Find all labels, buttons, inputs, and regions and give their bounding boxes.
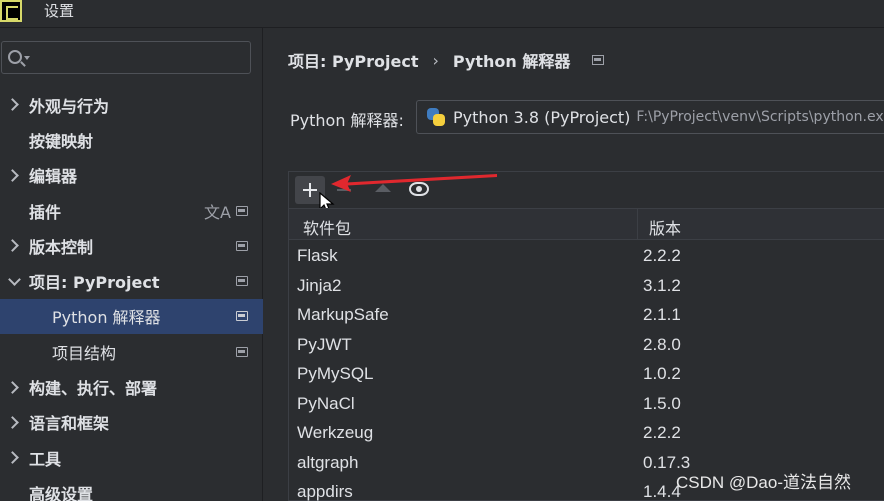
column-divider[interactable] [637,209,638,239]
package-version: 2.2.2 [643,423,681,442]
tree-item-label: 语言和框架 [29,414,110,434]
table-row[interactable]: Jinja2 3.1.2 [289,272,884,302]
interpreter-label: Python 解释器: [290,111,404,130]
package-name: PyMySQL [297,364,374,383]
project-scope-icon [236,240,248,251]
column-header-package[interactable]: 软件包 [303,215,351,239]
table-row[interactable]: MarkupSafe 2.1.1 [289,301,884,331]
tree-item-python-interpreter[interactable]: Python 解释器 [0,298,263,335]
package-version: 2.8.0 [643,334,681,354]
settings-sidebar: 外观与行为 按键映射 编辑器 插件 文A 版本控制 项目: PyProject … [0,28,263,501]
tree-item-build-execution-deployment[interactable]: 构建、执行、部署 [0,369,263,404]
search-options-icon[interactable] [24,56,30,60]
table-row[interactable]: Werkzeug 2.2.2 [289,419,884,449]
packages-toolbar [289,172,884,213]
tree-item-plugins[interactable]: 插件 文A [0,193,263,228]
table-row[interactable]: PyNaCl 1.5.0 [289,390,884,420]
window-title: 设置 [44,2,75,20]
tree-item-label: 插件 [29,202,62,222]
title-bar: 设置 [0,0,884,28]
settings-search-input[interactable] [34,46,244,70]
project-scope-icon [236,205,248,216]
tree-item-label: 版本控制 [29,237,94,257]
table-row[interactable]: PyJWT 2.8.0 [289,331,884,361]
project-scope-icon [592,55,605,65]
tree-item-languages-frameworks[interactable]: 语言和框架 [0,405,263,440]
tree-item-appearance[interactable]: 外观与行为 [0,87,263,122]
tree-item-project-structure[interactable]: 项目结构 [0,334,263,369]
tree-item-label: 高级设置 [29,484,94,501]
package-name: altgraph [297,452,359,472]
settings-content: 项目: PyProject › Python 解释器 Python 解释器: P… [264,28,884,501]
breadcrumb: 项目: PyProject › Python 解释器 [288,48,605,72]
annotation-arrow-icon [331,174,497,192]
chevron-right-icon[interactable] [6,450,22,466]
tree-item-label: 按键映射 [29,131,94,151]
tree-item-advanced-settings[interactable]: 高级设置 [0,475,263,501]
tree-item-project[interactable]: 项目: PyProject [0,263,263,298]
chevron-down-icon[interactable] [6,273,22,289]
packages-table: Flask 2.2.2 Jinja2 3.1.2 MarkupSafe 2.1.… [289,242,884,501]
package-name: PyNaCl [297,393,355,413]
settings-tree: 外观与行为 按键映射 编辑器 插件 文A 版本控制 项目: PyProject … [0,87,263,501]
chevron-right-icon[interactable] [6,379,22,395]
tree-item-editor[interactable]: 编辑器 [0,158,263,193]
package-name: PyJWT [297,334,352,354]
table-row[interactable]: Flask 2.2.2 [289,242,884,272]
package-version: 3.1.2 [643,275,681,295]
package-version: 1.5.0 [643,393,681,413]
interpreter-name: Python 3.8 (PyProject) [453,107,631,127]
search-icon[interactable] [8,50,22,64]
interpreter-path: F:\PyProject\venv\Scripts\python.exe [636,109,884,125]
package-version: 2.1.1 [643,305,681,324]
translate-icon: 文A [204,202,231,222]
python-icon [426,107,446,127]
interpreter-dropdown[interactable]: Python 3.8 (PyProject) F:\PyProject\venv… [416,100,884,134]
package-version: 2.2.2 [643,246,681,265]
package-name: Flask [297,246,338,265]
breadcrumb-separator: › [432,50,439,70]
chevron-right-icon[interactable] [6,238,22,254]
chevron-right-icon[interactable] [6,97,22,113]
chevron-right-icon[interactable] [6,414,22,430]
table-row[interactable]: PyMySQL 1.0.2 [289,360,884,390]
watermark: CSDN @Dao-道法自然 [676,473,851,492]
breadcrumb-page: Python 解释器 [452,52,571,71]
project-scope-icon [236,311,248,322]
tree-item-label: 构建、执行、部署 [29,379,158,399]
tree-item-label: 项目: PyProject [29,273,160,293]
pycharm-logo-icon [0,0,22,22]
package-name: Werkzeug [297,423,374,442]
packages-panel: 软件包 版本 Flask 2.2.2 Jinja2 3.1.2 MarkupSa… [288,171,884,501]
project-scope-icon [236,276,248,287]
tree-item-tools[interactable]: 工具 [0,440,263,475]
tree-item-keymap[interactable]: 按键映射 [0,122,263,157]
project-scope-icon [236,346,248,357]
tree-item-label: 外观与行为 [29,96,110,116]
tree-item-label: 项目结构 [52,343,117,363]
package-name: Jinja2 [297,275,342,295]
package-name: appdirs [297,482,353,501]
tree-item-version-control[interactable]: 版本控制 [0,228,263,263]
breadcrumb-project: 项目: PyProject [288,52,419,71]
package-name: MarkupSafe [297,305,389,324]
packages-table-header: 软件包 版本 [289,208,884,240]
settings-search-box[interactable] [1,41,251,74]
column-header-version[interactable]: 版本 [649,215,681,239]
tree-item-label: Python 解释器 [52,308,161,328]
chevron-right-icon[interactable] [6,167,22,183]
tree-item-label: 编辑器 [29,167,78,187]
tree-item-label: 工具 [29,449,62,469]
package-version: 1.0.2 [643,364,681,383]
